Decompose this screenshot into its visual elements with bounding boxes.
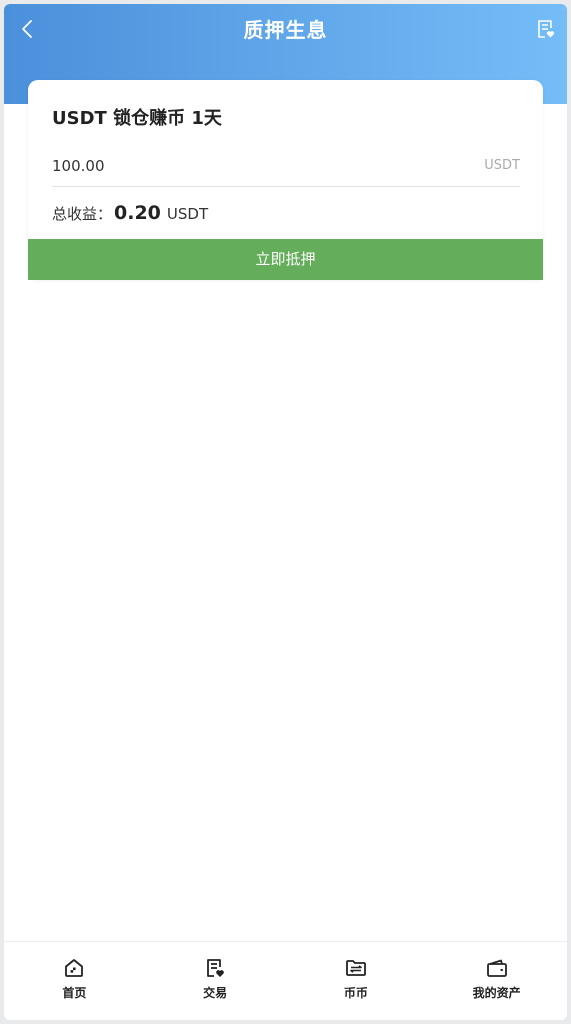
tab-trade-label: 交易 (203, 986, 228, 1000)
home-icon (65, 959, 84, 977)
card-title: USDT 锁仓赚币 1天 (52, 108, 222, 129)
record-list-icon (538, 20, 555, 38)
tab-home-label: 首页 (62, 986, 87, 1000)
income-row: 总收益： 0.20 USDT (52, 202, 208, 230)
amount-input[interactable] (52, 148, 432, 184)
page-title: 质押生息 (243, 18, 328, 42)
amount-unit: USDT (484, 158, 520, 173)
income-label: 总收益： (52, 205, 113, 223)
record-button[interactable] (533, 16, 559, 42)
tab-assets-label: 我的资产 (472, 986, 521, 1000)
tab-home[interactable]: 首页 (4, 942, 145, 1020)
wallet-icon (486, 959, 507, 977)
amount-row: USDT (52, 148, 520, 187)
income-value: 0.20 (114, 202, 161, 224)
trade-icon (207, 959, 224, 977)
tab-exchange[interactable]: 币币 (286, 942, 427, 1020)
tab-exchange-label: 币币 (343, 986, 368, 1000)
tab-assets[interactable]: 我的资产 (426, 942, 567, 1020)
exchange-icon (345, 960, 366, 976)
income-unit: USDT (166, 205, 209, 223)
tab-trade[interactable]: 交易 (145, 942, 286, 1020)
stake-now-button[interactable]: 立即抵押 (28, 239, 543, 280)
bottom-tab-bar: 首页 交易 币币 我的资产 (4, 941, 567, 1020)
app-screen: 质押生息 USDT 锁仓赚币 1天 USDT 总收益： 0.20 USDT 立即… (4, 4, 567, 1020)
